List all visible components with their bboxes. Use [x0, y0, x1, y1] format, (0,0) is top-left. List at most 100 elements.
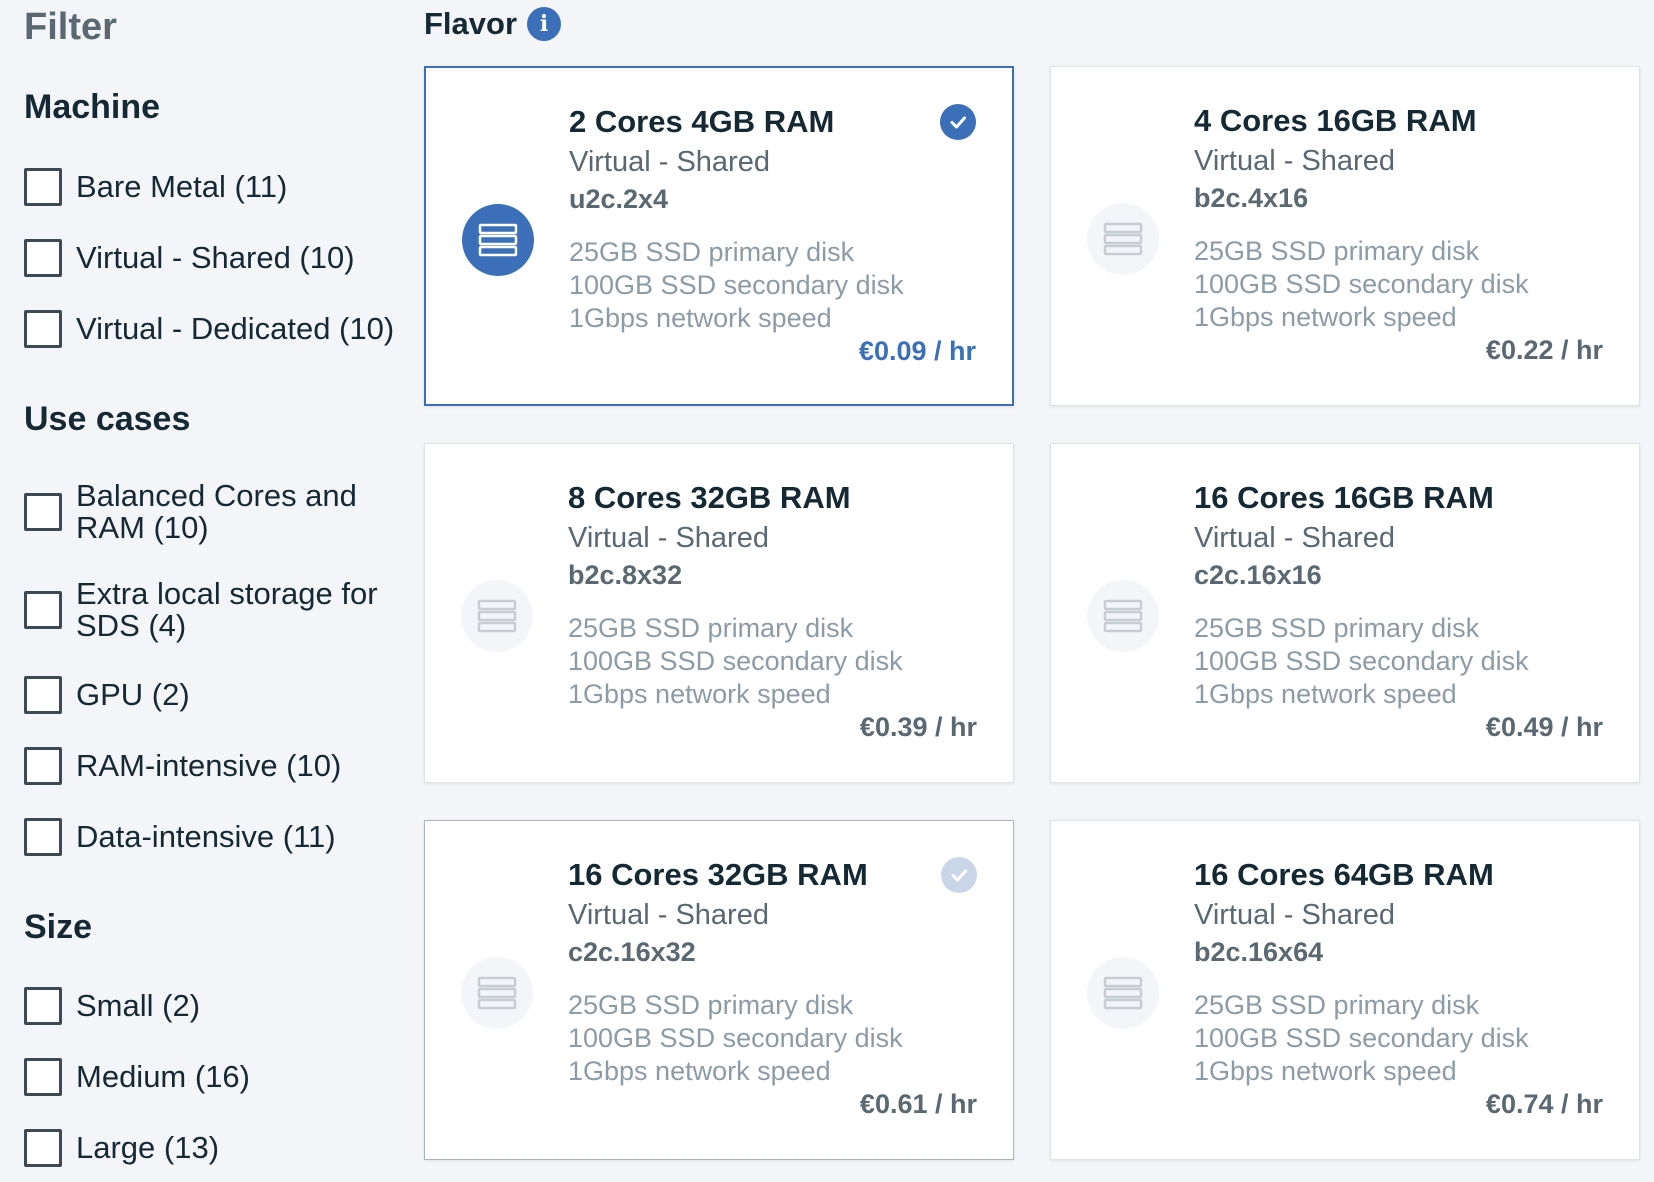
info-icon[interactable]: i [527, 7, 562, 41]
spec-network-speed: 1Gbps network speed [569, 303, 832, 333]
flavor-code: c2c.16x16 [1194, 560, 1322, 590]
flavor-type: Virtual - Shared [568, 899, 769, 931]
flavor-name: 16 Cores 16GB RAM [1194, 480, 1494, 515]
flavor-type: Virtual - Shared [1194, 145, 1395, 177]
checkbox[interactable] [24, 493, 62, 531]
spec-network-speed: 1Gbps network speed [568, 679, 831, 709]
flavor-card[interactable]: 16 Cores 64GB RAM Virtual - Shared b2c.1… [1050, 820, 1640, 1160]
flavor-price: €0.22 / hr [1485, 335, 1603, 365]
flavor-price: €0.74 / hr [1485, 1089, 1603, 1119]
flavor-header: Flavor i [424, 6, 562, 42]
checkbox[interactable] [24, 310, 62, 348]
server-icon [1087, 957, 1159, 1029]
flavor-type: Virtual - Shared [1194, 899, 1395, 931]
checkbox[interactable] [24, 239, 62, 277]
filter-option-extra-storage[interactable]: Extra local storage for SDS (4) [24, 578, 424, 642]
filter-option-label: Extra local storage for SDS (4) [76, 576, 378, 643]
group-title-use-cases: Use cases [24, 400, 191, 438]
flavor-price: €0.39 / hr [859, 712, 977, 742]
filter-option-gpu[interactable]: GPU (2) [24, 676, 424, 714]
group-title-machine: Machine [24, 88, 161, 126]
filter-option-label: Data-intensive (11) [76, 819, 336, 854]
flavor-code: b2c.8x32 [568, 560, 683, 590]
checkbox[interactable] [24, 676, 62, 714]
flavor-specs: 25GB SSD primary disk 100GB SSD secondar… [568, 989, 903, 1088]
server-icon [1087, 203, 1159, 275]
spec-secondary-disk: 100GB SSD secondary disk [1194, 1023, 1529, 1053]
flavor-card-selected[interactable]: 2 Cores 4GB RAM Virtual - Shared u2c.2x4… [424, 66, 1014, 406]
checkbox[interactable] [24, 987, 62, 1025]
spec-primary-disk: 25GB SSD primary disk [568, 990, 854, 1020]
filter-option-virtual-shared[interactable]: Virtual - Shared (10) [24, 239, 424, 277]
checkbox[interactable] [24, 168, 62, 206]
spec-network-speed: 1Gbps network speed [1194, 679, 1457, 709]
flavor-title: Flavor [424, 6, 518, 41]
flavor-name: 2 Cores 4GB RAM [569, 104, 835, 139]
checkmark-icon [941, 857, 977, 893]
server-icon [462, 204, 534, 276]
flavor-code: c2c.16x32 [568, 937, 696, 967]
spec-secondary-disk: 100GB SSD secondary disk [569, 270, 904, 300]
spec-network-speed: 1Gbps network speed [1194, 1056, 1457, 1086]
checkbox[interactable] [24, 591, 62, 629]
flavor-specs: 25GB SSD primary disk 100GB SSD secondar… [569, 236, 904, 335]
filter-option-label: Large (13) [76, 1130, 220, 1165]
filter-option-label: GPU (2) [76, 677, 190, 712]
flavor-type: Virtual - Shared [569, 146, 770, 178]
filter-option-label: Bare Metal (11) [76, 169, 288, 204]
checkbox[interactable] [24, 1129, 62, 1167]
flavor-specs: 25GB SSD primary disk 100GB SSD secondar… [1194, 612, 1529, 711]
flavor-price: €0.09 / hr [858, 336, 976, 366]
spec-network-speed: 1Gbps network speed [1194, 302, 1457, 332]
filter-option-bare-metal[interactable]: Bare Metal (11) [24, 168, 424, 206]
filter-option-medium[interactable]: Medium (16) [24, 1058, 424, 1096]
filter-option-virtual-dedicated[interactable]: Virtual - Dedicated (10) [24, 310, 424, 348]
flavor-price: €0.49 / hr [1485, 712, 1603, 742]
spec-secondary-disk: 100GB SSD secondary disk [1194, 269, 1529, 299]
flavor-code: b2c.4x16 [1194, 183, 1309, 213]
spec-secondary-disk: 100GB SSD secondary disk [568, 1023, 903, 1053]
checkmark-icon [940, 104, 976, 140]
filter-option-small[interactable]: Small (2) [24, 987, 424, 1025]
flavor-type: Virtual - Shared [568, 522, 769, 554]
flavor-card[interactable]: 4 Cores 16GB RAM Virtual - Shared b2c.4x… [1050, 66, 1640, 406]
group-title-size: Size [24, 908, 93, 946]
filter-option-balanced[interactable]: Balanced Cores and RAM (10) [24, 480, 424, 544]
filter-option-label: RAM-intensive (10) [76, 748, 342, 783]
checkbox[interactable] [24, 747, 62, 785]
flavor-type: Virtual - Shared [1194, 522, 1395, 554]
flavor-code: b2c.16x64 [1194, 937, 1324, 967]
filter-option-label: Small (2) [76, 988, 201, 1023]
filter-option-large[interactable]: Large (13) [24, 1129, 424, 1167]
filter-title: Filter [24, 6, 117, 48]
checkbox[interactable] [24, 818, 62, 856]
flavor-code: u2c.2x4 [569, 184, 669, 214]
flavor-name: 4 Cores 16GB RAM [1194, 103, 1477, 138]
filter-option-label: Medium (16) [76, 1059, 250, 1094]
flavor-card[interactable]: 8 Cores 32GB RAM Virtual - Shared b2c.8x… [424, 443, 1014, 783]
filter-sidebar: Filter Machine Bare Metal (11) Virtual -… [24, 0, 424, 1182]
spec-primary-disk: 25GB SSD primary disk [1194, 613, 1480, 643]
spec-primary-disk: 25GB SSD primary disk [1194, 236, 1480, 266]
spec-network-speed: 1Gbps network speed [568, 1056, 831, 1086]
flavor-name: 16 Cores 64GB RAM [1194, 857, 1494, 892]
server-icon [461, 957, 533, 1029]
flavor-name: 16 Cores 32GB RAM [568, 857, 868, 892]
filter-option-label: Balanced Cores and RAM (10) [76, 478, 357, 545]
flavor-specs: 25GB SSD primary disk 100GB SSD secondar… [568, 612, 903, 711]
filter-option-ram-intensive[interactable]: RAM-intensive (10) [24, 747, 424, 785]
server-icon [1087, 580, 1159, 652]
server-icon [461, 580, 533, 652]
flavor-card-hover[interactable]: 16 Cores 32GB RAM Virtual - Shared c2c.1… [424, 820, 1014, 1160]
checkbox[interactable] [24, 1058, 62, 1096]
filter-option-data-intensive[interactable]: Data-intensive (11) [24, 818, 424, 856]
flavor-card[interactable]: 16 Cores 16GB RAM Virtual - Shared c2c.1… [1050, 443, 1640, 783]
flavor-price: €0.61 / hr [859, 1089, 977, 1119]
spec-secondary-disk: 100GB SSD secondary disk [1194, 646, 1529, 676]
spec-primary-disk: 25GB SSD primary disk [568, 613, 854, 643]
spec-primary-disk: 25GB SSD primary disk [1194, 990, 1480, 1020]
filter-option-label: Virtual - Dedicated (10) [76, 311, 395, 346]
flavor-name: 8 Cores 32GB RAM [568, 480, 851, 515]
spec-primary-disk: 25GB SSD primary disk [569, 237, 855, 267]
spec-secondary-disk: 100GB SSD secondary disk [568, 646, 903, 676]
